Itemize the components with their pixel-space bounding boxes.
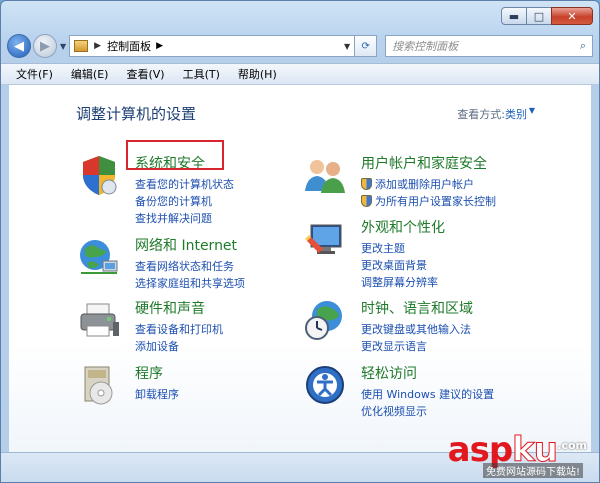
search-placeholder: 搜索控制面板 — [392, 40, 459, 53]
back-button[interactable]: ◀ — [7, 34, 31, 58]
menu-bar: 文件(F) 编辑(E) 查看(V) 工具(T) 帮助(H) — [1, 63, 599, 85]
page-title: 调整计算机的设置 — [76, 105, 197, 123]
forward-button[interactable]: ▶ — [33, 34, 57, 58]
link-screen-resolution[interactable]: 调整屏幕分辨率 — [361, 273, 438, 290]
watermark-tagline: 免费网站源码下载站! — [482, 463, 583, 478]
view-by-label: 查看方式: — [457, 108, 505, 121]
link-troubleshoot[interactable]: 查找并解决问题 — [135, 209, 234, 226]
recent-pages-dropdown[interactable]: ▼ — [60, 42, 66, 51]
menu-edit[interactable]: 编辑(E) — [62, 66, 118, 82]
programs-icon[interactable] — [77, 363, 121, 407]
highlight-box — [126, 140, 224, 170]
close-button[interactable]: ✕ — [551, 7, 593, 25]
refresh-button[interactable]: ⟳ — [355, 35, 378, 57]
chevron-down-icon[interactable]: ▼ — [344, 42, 350, 51]
category-title[interactable]: 用户帐户和家庭安全 — [361, 153, 487, 173]
uac-shield-icon — [361, 194, 372, 207]
link-change-background[interactable]: 更改桌面背景 — [361, 256, 438, 273]
control-panel-window: ▬ □ ✕ ◀ ▶ ▼ ▶ 控制面板 ▶ ▼ ⟳ 搜索控制面板 ⌕ 文件(F) … — [0, 0, 600, 483]
arrow-left-icon: ◀ — [14, 38, 24, 54]
menu-help[interactable]: 帮助(H) — [229, 66, 286, 82]
category-title[interactable]: 外观和个性化 — [361, 217, 445, 237]
link-view-computer-status[interactable]: 查看您的计算机状态 — [135, 175, 234, 192]
minimize-button[interactable]: ▬ — [501, 7, 527, 25]
link-uninstall-program[interactable]: 卸载程序 — [135, 385, 179, 402]
network-icon[interactable] — [77, 235, 121, 279]
navigation-row: ◀ ▶ ▼ ▶ 控制面板 ▶ ▼ ⟳ 搜索控制面板 ⌕ — [7, 33, 593, 59]
watermark-logo: aspku .com 免费网站源码下载站! — [419, 424, 589, 480]
search-icon[interactable]: ⌕ — [580, 39, 586, 53]
uac-shield-icon — [361, 177, 372, 190]
link-label: 添加或删除用户帐户 — [375, 177, 474, 191]
link-change-display-language[interactable]: 更改显示语言 — [361, 337, 471, 354]
users-icon[interactable] — [303, 153, 347, 197]
category-title[interactable]: 时钟、语言和区域 — [361, 298, 473, 318]
printer-icon[interactable] — [77, 298, 121, 342]
clock-globe-icon[interactable] — [303, 298, 347, 342]
watermark-domain: .com — [557, 439, 587, 452]
link-devices-printers[interactable]: 查看设备和打印机 — [135, 320, 223, 337]
link-windows-recommended-settings[interactable]: 使用 Windows 建议的设置 — [361, 385, 494, 402]
address-text[interactable]: 控制面板 — [107, 38, 151, 54]
view-by-dropdown[interactable]: 类别 — [505, 106, 527, 122]
chevron-right-icon[interactable]: ▶ — [94, 41, 101, 51]
accessibility-icon[interactable] — [303, 363, 347, 407]
chevron-down-icon[interactable]: ▼ — [529, 106, 535, 115]
control-panel-icon — [74, 40, 89, 52]
caption-buttons: ▬ □ ✕ — [501, 7, 593, 25]
category-title[interactable]: 网络和 Internet — [135, 235, 237, 255]
maximize-button[interactable]: □ — [526, 7, 552, 25]
arrow-right-icon: ▶ — [40, 38, 50, 54]
chevron-right-icon[interactable]: ▶ — [156, 41, 163, 51]
content-area: 调整计算机的设置 查看方式: 类别 ▼ 系统和安全 查看您的计算机状态 备份您的… — [9, 85, 591, 452]
address-bar[interactable]: ▶ 控制面板 ▶ ▼ — [69, 35, 356, 57]
link-backup-computer[interactable]: 备份您的计算机 — [135, 192, 234, 209]
category-title[interactable]: 硬件和声音 — [135, 298, 205, 318]
refresh-icon: ⟳ — [361, 40, 370, 52]
category-title[interactable]: 程序 — [135, 363, 163, 383]
link-parental-controls[interactable]: 为所有用户设置家长控制 — [361, 192, 496, 209]
menu-view[interactable]: 查看(V) — [117, 66, 173, 82]
link-homegroup-sharing[interactable]: 选择家庭组和共享选项 — [135, 274, 245, 291]
link-network-status[interactable]: 查看网络状态和任务 — [135, 257, 245, 274]
security-icon[interactable] — [77, 153, 121, 197]
category-title[interactable]: 轻松访问 — [361, 363, 417, 383]
link-change-theme[interactable]: 更改主题 — [361, 239, 438, 256]
menu-tools[interactable]: 工具(T) — [174, 66, 229, 82]
menu-file[interactable]: 文件(F) — [7, 66, 62, 82]
link-add-remove-accounts[interactable]: 添加或删除用户帐户 — [361, 175, 496, 192]
search-input[interactable]: 搜索控制面板 ⌕ — [385, 35, 593, 57]
link-optimize-display[interactable]: 优化视频显示 — [361, 402, 494, 419]
appearance-icon[interactable] — [303, 217, 347, 261]
link-label: 为所有用户设置家长控制 — [375, 194, 496, 208]
link-add-device[interactable]: 添加设备 — [135, 337, 223, 354]
link-change-input-method[interactable]: 更改键盘或其他输入法 — [361, 320, 471, 337]
